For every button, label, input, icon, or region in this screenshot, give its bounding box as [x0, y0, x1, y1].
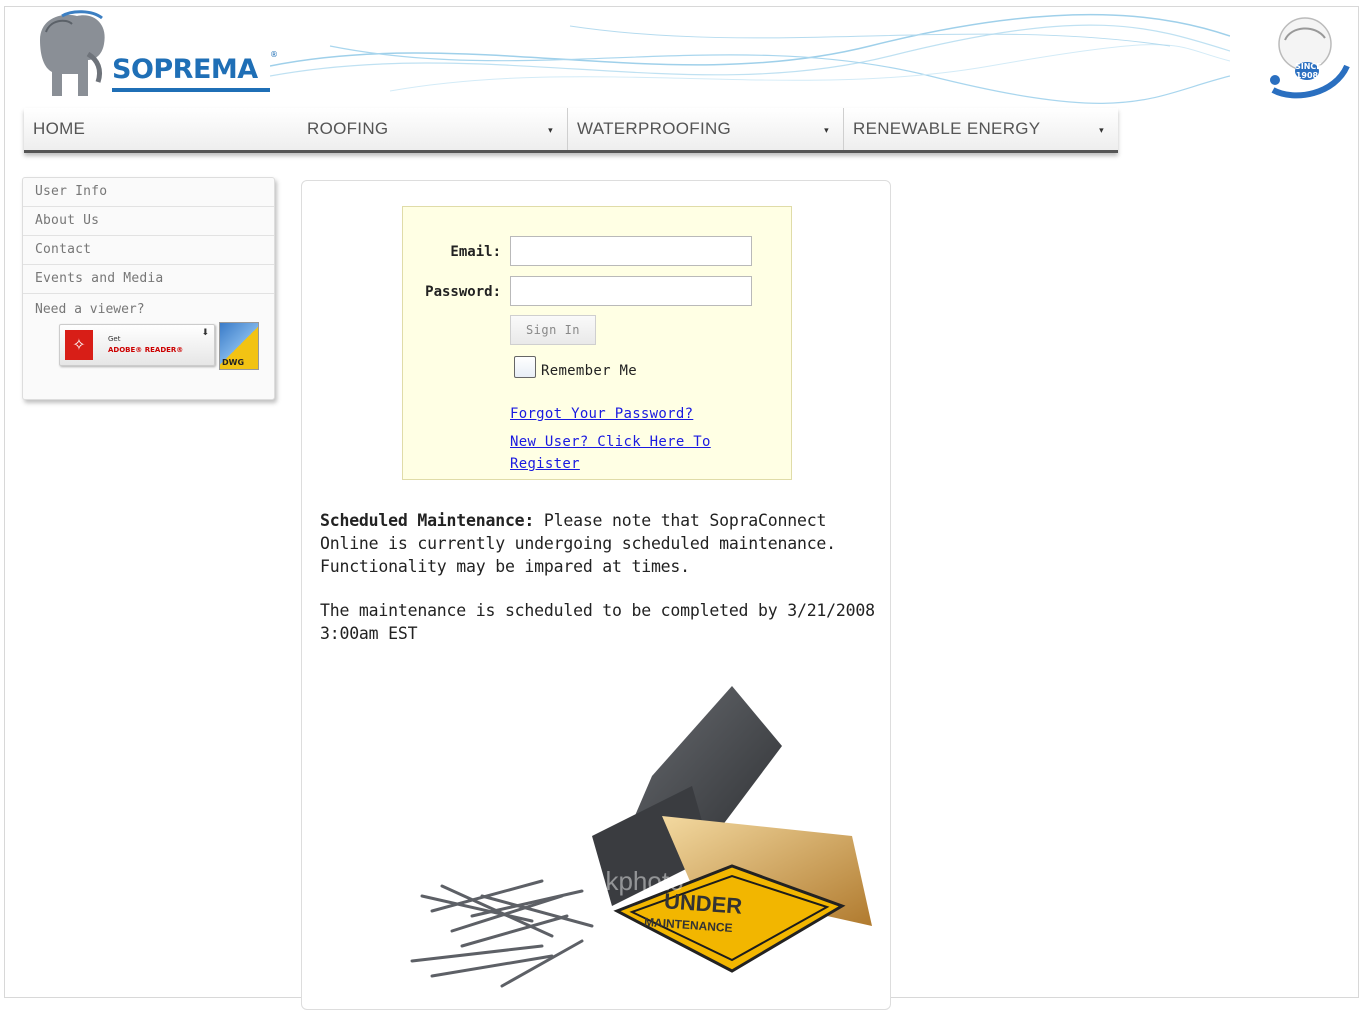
dwg-viewer-button[interactable]: DWG — [219, 322, 259, 370]
site-header: SOPREMA ® SINCE 1908 — [0, 0, 1365, 108]
sidebar-item-contact[interactable]: Contact — [23, 236, 274, 265]
registered-mark: ® — [270, 50, 278, 59]
sidebar-item-about-us[interactable]: About Us — [23, 207, 274, 236]
download-arrow-icon: ⬇ — [201, 328, 209, 338]
nav-home[interactable]: HOME — [24, 108, 298, 150]
password-label: Password: — [425, 284, 501, 300]
nav-roofing[interactable]: ROOFING ▾ — [298, 108, 568, 150]
dwg-label: DWG — [222, 358, 245, 367]
heritage-seal-icon — [1270, 17, 1350, 99]
notice-heading: Scheduled Maintenance: — [320, 511, 535, 530]
nav-waterproofing[interactable]: WATERPROOFING ▾ — [568, 108, 844, 150]
header-wave-graphic — [270, 13, 1230, 104]
chevron-down-icon[interactable]: ▾ — [824, 125, 829, 136]
email-label: Email: — [450, 244, 501, 260]
sidebar-item-user-info[interactable]: User Info — [23, 178, 274, 207]
nav-renewable-energy-label: RENEWABLE ENERGY — [853, 119, 1041, 138]
chevron-down-icon[interactable]: ▾ — [548, 125, 553, 136]
nav-roofing-label: ROOFING — [307, 119, 389, 138]
adobe-reader-icon: ✧ — [65, 330, 93, 360]
remember-me-label[interactable]: Remember Me — [541, 363, 637, 379]
brand-logo-text[interactable]: SOPREMA — [112, 54, 258, 85]
password-field[interactable] — [510, 276, 752, 306]
nav-renewable-energy[interactable]: RENEWABLE ENERGY ▾ — [844, 108, 1118, 150]
sign-in-button[interactable]: Sign In — [510, 315, 596, 345]
notice-completion: The maintenance is scheduled to be compl… — [320, 601, 875, 643]
under-maintenance-image: UNDER MAINTENANCE istockphoto — [392, 686, 872, 1006]
elephant-logo-icon[interactable] — [32, 10, 112, 98]
get-adobe-reader-button[interactable]: ✧ Get ADOBE® READER® ⬇ — [59, 324, 215, 366]
hammer-nails-illustration — [410, 686, 872, 988]
remember-me-checkbox[interactable] — [514, 356, 536, 378]
sidebar-item-events-media[interactable]: Events and Media — [23, 265, 274, 294]
nav-waterproofing-label: WATERPROOFING — [577, 119, 732, 138]
nav-home-label: HOME — [33, 119, 86, 138]
sidebar: User Info About Us Contact Events and Me… — [22, 177, 275, 400]
stock-watermark: istockphoto — [552, 866, 684, 896]
logo-underline — [112, 88, 270, 92]
login-form: Email: Password: Sign In Remember Me For… — [402, 206, 792, 480]
email-field[interactable] — [510, 236, 752, 266]
main-content-panel: Email: Password: Sign In Remember Me For… — [301, 180, 891, 1010]
seal-year-badge: SINCE 1908 — [1295, 62, 1322, 80]
main-nav: HOME ROOFING ▾ WATERPROOFING ▾ RENEWABLE… — [24, 108, 1118, 153]
viewer-badges: ✧ Get ADOBE® READER® ⬇ DWG — [59, 322, 264, 372]
adobe-name-label: ADOBE® READER® — [108, 346, 184, 354]
adobe-get-label: Get — [108, 335, 121, 343]
chevron-down-icon[interactable]: ▾ — [1099, 125, 1104, 136]
maintenance-notice: Scheduled Maintenance: Please note that … — [320, 509, 880, 666]
forgot-password-link[interactable]: Forgot Your Password? — [510, 403, 693, 425]
register-link[interactable]: New User? Click Here To Register — [510, 431, 750, 475]
